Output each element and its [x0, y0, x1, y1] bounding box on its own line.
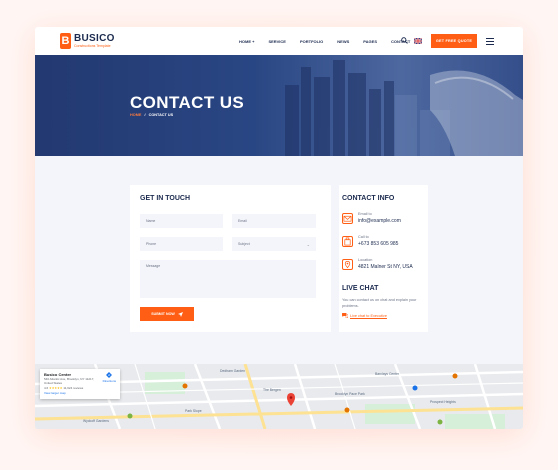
rating-value: 4.6 — [44, 386, 49, 390]
envelope-icon — [342, 213, 353, 224]
review-count[interactable]: 11,624 reviews — [63, 386, 83, 390]
message-textarea[interactable]: Message — [140, 260, 316, 298]
browser-page: B BUSICO Constructions Template HOME + S… — [35, 27, 523, 429]
submit-button-label: SUBMIT NOW — [151, 312, 175, 316]
logo[interactable]: B BUSICO Constructions Template — [60, 33, 115, 49]
search-icon[interactable] — [401, 37, 408, 44]
google-map[interactable]: Dedham Garden Barclays Center The Bergen… — [35, 364, 523, 429]
get-quote-button[interactable]: GET FREE QUOTE — [431, 34, 477, 48]
main-nav: HOME + SERVICE PORTFOLIO NEWS PAGES CONT… — [239, 27, 424, 55]
language-flag-icon[interactable] — [414, 38, 422, 44]
live-chat-title: LIVE CHAT — [342, 285, 379, 292]
live-chat-link-label: Live chat to Executive — [350, 313, 387, 318]
map-icon — [342, 259, 353, 270]
nav-item-service[interactable]: SERVICE — [268, 39, 286, 44]
logo-mark-icon: B — [60, 33, 71, 49]
subject-select[interactable]: Subject ⌄ — [232, 237, 316, 251]
form-title: GET IN TOUCH — [140, 195, 191, 202]
directions-button[interactable]: Directions — [103, 372, 116, 383]
info-row-location: Location 4821 Malner St NY, USA — [342, 258, 413, 271]
map-label-4: Brooklyn Pace Park — [335, 392, 365, 396]
directions-label: Directions — [102, 379, 116, 383]
submit-button[interactable]: SUBMIT NOW — [140, 307, 194, 321]
nav-item-home[interactable]: HOME + — [239, 39, 254, 44]
chat-bubble-icon — [342, 313, 348, 318]
logo-tagline: Constructions Template — [74, 43, 111, 48]
hamburger-menu-icon[interactable] — [486, 38, 494, 47]
paper-plane-icon — [177, 311, 183, 317]
breadcrumb-separator: / — [144, 113, 146, 117]
nav-item-pages[interactable]: PAGES — [363, 39, 377, 44]
live-chat-link[interactable]: Live chat to Executive — [342, 313, 387, 318]
view-larger-map-link[interactable]: View larger map — [44, 391, 116, 395]
map-place-card: Busico Center 540 Atlantic Ave, Brooklyn… — [40, 369, 120, 399]
page-hero: CONTACT US HOME / CONTACT US — [35, 55, 523, 156]
chevron-down-icon: ⌄ — [306, 242, 310, 247]
email-value[interactable]: info@example.com — [358, 217, 401, 225]
phone-field[interactable]: Phone — [140, 237, 223, 251]
name-field[interactable]: Name — [140, 214, 223, 228]
phone-icon — [342, 236, 353, 247]
email-field[interactable]: Email — [232, 214, 316, 228]
map-label-3: Park Slope — [185, 409, 202, 413]
hero-city-image — [35, 55, 523, 156]
directions-icon — [106, 372, 113, 378]
live-chat-text: You can contact us on chat and explain y… — [342, 298, 417, 308]
contact-form-card: GET IN TOUCH Name Email Phone Subject ⌄ … — [130, 185, 331, 332]
info-row-email: Email to info@example.com — [342, 212, 401, 225]
map-label-6: Wyckoff Gardens — [83, 419, 109, 423]
breadcrumb: HOME / CONTACT US — [130, 113, 173, 117]
place-address: 540 Atlantic Ave, Brooklyn, NY 11217, Un… — [44, 377, 95, 385]
nav-item-portfolio[interactable]: PORTFOLIO — [300, 39, 323, 44]
location-value: 4821 Malner St NY, USA — [358, 264, 413, 270]
contact-info-card: CONTACT INFO Email to info@example.com C… — [339, 185, 428, 332]
contact-info-title: CONTACT INFO — [342, 195, 395, 202]
breadcrumb-home[interactable]: HOME — [130, 113, 141, 117]
map-label-2: The Bergen — [263, 388, 281, 392]
logo-name: BUSICO — [74, 32, 115, 44]
site-header: B BUSICO Constructions Template HOME + S… — [35, 27, 523, 55]
map-label-5: Prospect Heights — [430, 400, 456, 404]
map-label-1: Barclays Center — [375, 372, 400, 376]
breadcrumb-current: CONTACT US — [148, 113, 174, 117]
map-label-0: Dedham Garden — [220, 369, 246, 373]
place-rating: 4.6 ★★★★★ 11,624 reviews — [44, 386, 116, 390]
subject-select-label: Subject — [238, 242, 250, 246]
nav-item-news[interactable]: NEWS — [337, 39, 349, 44]
phone-value[interactable]: +673 853 605 985 — [358, 240, 398, 248]
rating-stars-icon: ★★★★★ — [49, 386, 63, 390]
page-title: CONTACT US — [130, 93, 245, 112]
info-row-phone: Call to +673 853 605 985 — [342, 235, 398, 248]
